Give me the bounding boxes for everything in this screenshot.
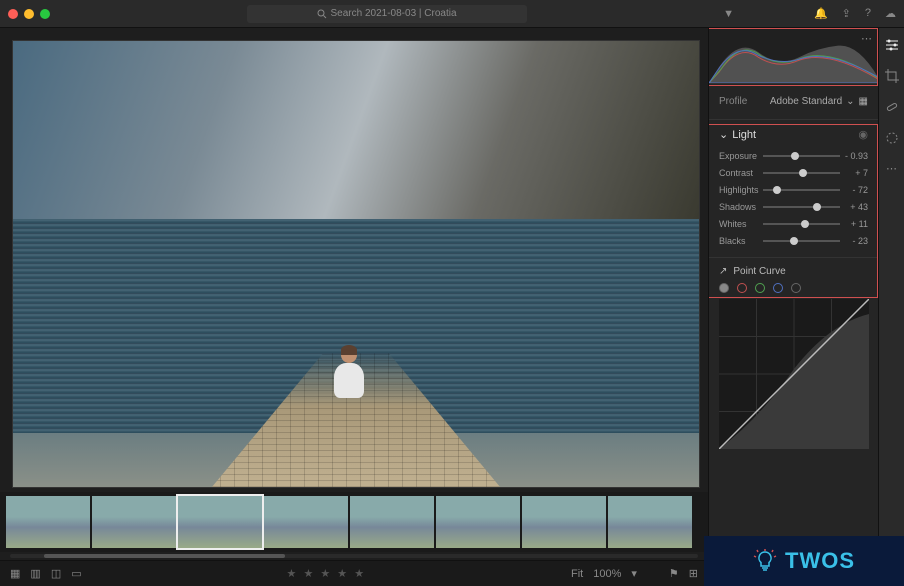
curve-channel-green[interactable] (755, 283, 765, 293)
slider-label: Whites (719, 219, 759, 229)
square-view-icon[interactable]: ▥ (30, 567, 40, 580)
masking-icon[interactable] (885, 131, 899, 148)
histogram-info-icon[interactable]: ⋯ (861, 32, 872, 45)
filmstrip-thumb[interactable] (6, 496, 90, 548)
slider-track[interactable] (763, 240, 840, 242)
bottom-bar: ▦ ▥ ◫ ▭ ★ ★ ★ ★ ★ Fit 100% ▾ ⚑ ⊞ (0, 560, 708, 586)
cloud-icon[interactable]: ☁ (885, 7, 896, 20)
slider-track[interactable] (763, 155, 840, 157)
curve-channel-param[interactable] (791, 283, 801, 293)
grid-view-icon[interactable]: ▦ (10, 567, 20, 580)
profile-row[interactable]: Profile Adobe Standard ⌄ ▦ (709, 84, 878, 120)
slider-shadows[interactable]: Shadows + 43 (719, 198, 868, 215)
slider-blacks[interactable]: Blacks - 23 (719, 232, 868, 249)
filmstrip-thumb[interactable] (178, 496, 262, 548)
watermark-text: TWOS (785, 548, 855, 574)
bell-icon[interactable]: 🔔 (814, 7, 828, 20)
chevron-down-icon[interactable]: ▾ (631, 567, 637, 580)
share-icon[interactable]: ⇪ (842, 7, 851, 20)
filmstrip-thumb[interactable] (350, 496, 434, 548)
compare-view-icon[interactable]: ◫ (51, 567, 61, 580)
filmstrip-scrollbar[interactable] (10, 554, 698, 558)
eye-icon[interactable]: ◉ (858, 128, 868, 141)
light-panel-title: Light (732, 129, 756, 141)
chevron-down-icon[interactable]: ⌄ (846, 96, 854, 107)
slider-highlights[interactable]: Highlights - 72 (719, 181, 868, 198)
filmstrip-thumb[interactable] (436, 496, 520, 548)
light-panel: ⌄ Light ◉ Exposure - 0.93 Contrast + 7 Highl… (709, 120, 878, 258)
filmstrip-thumb[interactable] (264, 496, 348, 548)
window-controls (8, 9, 50, 19)
zoom-value[interactable]: 100% (593, 568, 621, 580)
slider-track[interactable] (763, 206, 840, 208)
slider-value: - 23 (844, 236, 868, 246)
point-curve-label: Point Curve (733, 266, 785, 277)
tool-strip: ⋯ (878, 28, 904, 586)
watermark: TWOS (704, 536, 904, 586)
filmstrip-thumb[interactable] (522, 496, 606, 548)
slider-label: Exposure (719, 151, 759, 161)
edit-panel: ⋯ Profile Adobe Standard ⌄ ▦ ⌄ Light ◉ E… (708, 28, 878, 586)
flag-icon[interactable]: ⚑ (669, 567, 679, 580)
filmstrip (0, 492, 708, 552)
lightbulb-icon (753, 549, 777, 573)
profile-grid-icon[interactable]: ▦ (859, 96, 868, 107)
maximize-window-button[interactable] (40, 9, 50, 19)
fit-label[interactable]: Fit (571, 568, 583, 580)
filmstrip-thumb[interactable] (92, 496, 176, 548)
more-icon[interactable]: ⋯ (886, 162, 897, 175)
crop-icon[interactable] (885, 69, 899, 86)
profile-label: Profile (719, 96, 747, 107)
curve-icon[interactable]: ↗ (719, 266, 727, 277)
search-field[interactable]: Search 2021-08-03 | Croatia (247, 5, 527, 23)
search-text: Search 2021-08-03 | Croatia (331, 8, 457, 19)
filmstrip-thumb[interactable] (608, 496, 692, 548)
slider-contrast[interactable]: Contrast + 7 (719, 164, 868, 181)
close-window-button[interactable] (8, 9, 18, 19)
slider-label: Shadows (719, 202, 759, 212)
curve-channel-red[interactable] (737, 283, 747, 293)
tone-curve[interactable] (719, 299, 869, 449)
slider-whites[interactable]: Whites + 11 (719, 215, 868, 232)
layout-icon[interactable]: ⊞ (689, 567, 698, 580)
chevron-down-icon[interactable]: ⌄ (719, 128, 728, 141)
slider-label: Contrast (719, 168, 759, 178)
help-icon[interactable]: ? (865, 7, 871, 20)
search-icon (317, 9, 327, 19)
curve-channel-blue[interactable] (773, 283, 783, 293)
rating-stars[interactable]: ★ ★ ★ ★ ★ (287, 567, 367, 580)
slider-label: Blacks (719, 236, 759, 246)
slider-track[interactable] (763, 223, 840, 225)
edit-sliders-icon[interactable] (885, 38, 899, 55)
minimize-window-button[interactable] (24, 9, 34, 19)
slider-value: + 7 (844, 168, 868, 178)
slider-value: + 11 (844, 219, 868, 229)
slider-track[interactable] (763, 189, 840, 191)
slider-value: - 72 (844, 185, 868, 195)
titlebar: Search 2021-08-03 | Croatia ▼ 🔔 ⇪ ? ☁ (0, 0, 904, 28)
detail-view-icon[interactable]: ▭ (71, 567, 81, 580)
profile-value: Adobe Standard (770, 96, 842, 107)
filter-icon[interactable]: ▼ (723, 8, 734, 20)
slider-value: - 0.93 (844, 151, 868, 161)
healing-icon[interactable] (885, 100, 899, 117)
slider-track[interactable] (763, 172, 840, 174)
histogram[interactable]: ⋯ (709, 28, 878, 84)
point-curve-panel: ↗ Point Curve (709, 258, 878, 457)
photo-canvas[interactable] (12, 40, 700, 488)
slider-exposure[interactable]: Exposure - 0.93 (719, 147, 868, 164)
curve-channel-luma[interactable] (719, 283, 729, 293)
slider-label: Highlights (719, 185, 759, 195)
slider-value: + 43 (844, 202, 868, 212)
